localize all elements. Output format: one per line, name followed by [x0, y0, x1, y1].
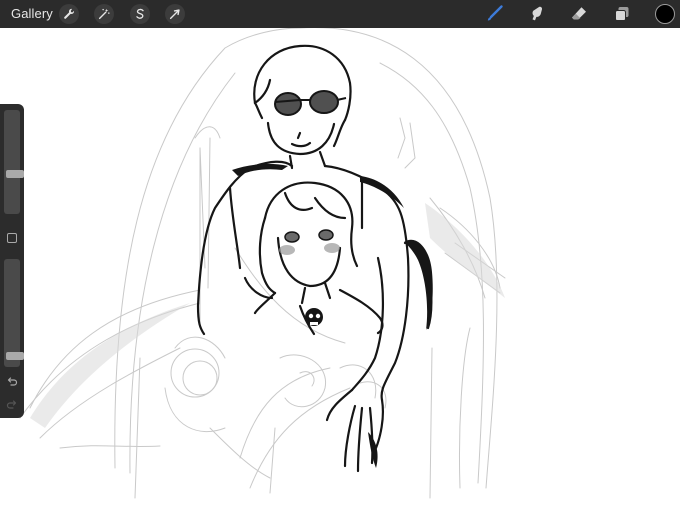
smudge-icon — [532, 6, 543, 21]
smudge-tool-button[interactable] — [526, 3, 548, 25]
eraser-tool-button[interactable] — [568, 3, 590, 25]
brush-size-slider[interactable] — [4, 110, 24, 214]
wrench-icon — [64, 8, 75, 19]
color-picker-button[interactable] — [655, 4, 675, 24]
modify-button[interactable] — [7, 233, 17, 243]
magic-wand-icon — [98, 8, 110, 20]
top-toolbar: Gallery — [0, 0, 680, 28]
brush-tool-button[interactable] — [484, 3, 506, 25]
actions-button[interactable] — [59, 4, 79, 24]
sketch-artwork — [19, 28, 506, 499]
left-sidebar — [0, 104, 24, 418]
layers-icon — [615, 7, 629, 21]
eraser-icon — [572, 7, 586, 20]
selection-button[interactable] — [130, 4, 150, 24]
drawing-canvas[interactable] — [0, 28, 680, 510]
adjustments-button[interactable] — [94, 4, 114, 24]
selection-s-icon — [136, 8, 144, 19]
brush-icon — [487, 5, 503, 21]
arrow-cursor-icon — [169, 9, 180, 20]
undo-icon[interactable] — [6, 376, 18, 388]
layers-tool-button[interactable] — [611, 3, 633, 25]
opacity-thumb[interactable] — [6, 352, 24, 360]
brush-size-thumb[interactable] — [6, 170, 24, 178]
redo-icon[interactable] — [6, 399, 18, 411]
opacity-slider[interactable] — [4, 259, 24, 367]
transform-button[interactable] — [165, 4, 185, 24]
gallery-button[interactable]: Gallery — [11, 6, 53, 21]
